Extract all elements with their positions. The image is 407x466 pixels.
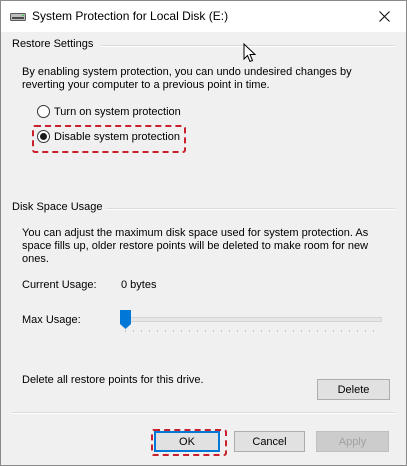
restore-settings-heading: Restore Settings <box>12 38 98 50</box>
delete-description: Delete all restore points for this drive… <box>22 374 204 386</box>
max-usage-slider-thumb[interactable] <box>120 310 131 329</box>
dialog-window: System Protection for Local Disk (E:) Re… <box>0 0 407 466</box>
disable-protection-radio[interactable] <box>37 130 50 143</box>
disk-space-heading: Disk Space Usage <box>12 201 107 213</box>
current-usage-value: 0 bytes <box>121 279 157 291</box>
disk-space-description: You can adjust the maximum disk space us… <box>22 227 369 265</box>
ok-button[interactable]: OK <box>154 431 220 452</box>
turn-on-protection-option[interactable]: Turn on system protection <box>37 105 181 118</box>
max-usage-slider-ticks <box>125 330 379 332</box>
drive-icon <box>10 13 26 21</box>
max-usage-slider-track[interactable] <box>120 317 382 322</box>
window-title: System Protection for Local Disk (E:) <box>32 9 229 23</box>
turn-on-protection-label: Turn on system protection <box>54 105 181 118</box>
close-icon <box>378 11 390 22</box>
disk-space-divider <box>101 208 395 210</box>
restore-settings-description: By enabling system protection, you can u… <box>22 66 352 91</box>
disable-protection-label: Disable system protection <box>54 130 180 143</box>
current-usage-label: Current Usage: <box>22 279 97 291</box>
max-usage-label: Max Usage: <box>22 314 81 326</box>
turn-on-protection-radio[interactable] <box>37 105 50 118</box>
disable-protection-option[interactable]: Disable system protection <box>37 130 180 143</box>
mouse-cursor-icon <box>243 43 257 63</box>
footer-separator <box>12 412 395 414</box>
delete-button[interactable]: Delete <box>317 379 390 400</box>
title-bar[interactable]: System Protection for Local Disk (E:) <box>1 1 406 32</box>
cancel-button[interactable]: Cancel <box>234 431 305 452</box>
close-button[interactable] <box>362 1 406 32</box>
apply-button[interactable]: Apply <box>316 431 389 452</box>
